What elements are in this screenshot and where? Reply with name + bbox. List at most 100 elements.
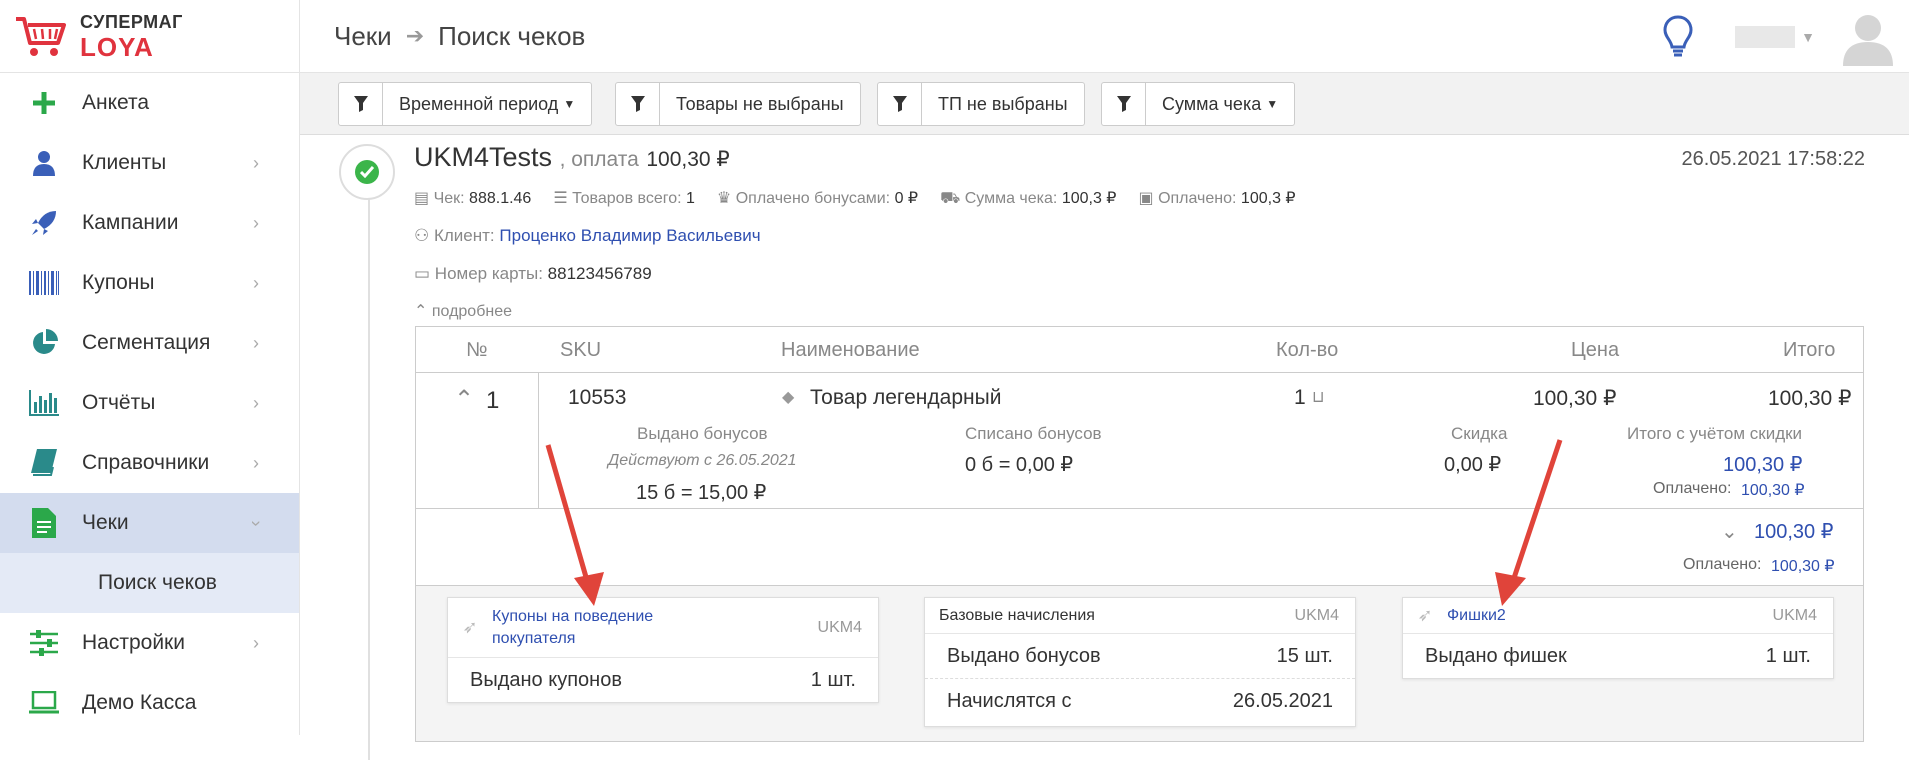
card-value: 88123456789 bbox=[547, 264, 652, 283]
bonus-value: 0 ₽ bbox=[894, 190, 919, 207]
credit-card-icon: ▭ bbox=[414, 264, 431, 283]
filter-goods-button[interactable]: Товары не выбраны bbox=[615, 82, 861, 126]
filter-icon bbox=[339, 83, 383, 125]
issued-value: 15 б = 15,00 ₽ bbox=[636, 482, 767, 504]
total-disc-label: Итого с учётом скидки bbox=[1627, 424, 1803, 443]
written-value: 0 б = 0,00 ₽ bbox=[965, 454, 1074, 476]
breadcrumb-receipts[interactable]: Чеки bbox=[334, 21, 392, 52]
filter-tp-button[interactable]: ТП не выбраны bbox=[877, 82, 1085, 126]
col-total: Итого bbox=[1783, 339, 1836, 361]
user-name[interactable] bbox=[1735, 25, 1796, 48]
trophy-icon: ♛ bbox=[716, 190, 732, 207]
brand-line2: LOYA bbox=[80, 31, 154, 62]
plus-icon bbox=[28, 87, 60, 119]
bonus-label: Оплачено бонусами: bbox=[735, 190, 891, 207]
filter-sum-label: Сумма чека bbox=[1162, 93, 1262, 114]
client-link[interactable]: Проценко Владимир Васильевич bbox=[499, 226, 760, 245]
footer-paid-value: 100,30 ₽ bbox=[1771, 558, 1835, 575]
chips-card-title[interactable]: Фишки2 bbox=[1447, 607, 1506, 625]
col-qty: Кол-во bbox=[1276, 339, 1339, 361]
issued-since: Действуют с 26.05.2021 bbox=[608, 452, 797, 469]
card-row: ▭ Номер карты: 88123456789 bbox=[414, 264, 652, 284]
coupon-card-tag: UKM4 bbox=[817, 618, 862, 636]
filter-goods-label: Товары не выбраны bbox=[676, 93, 844, 114]
chips-card: ➶ Фишки2 UKM4 Выдано фишек 1 шт. bbox=[1402, 597, 1834, 679]
check-label: Чек: bbox=[433, 190, 465, 207]
filter-icon bbox=[1102, 83, 1146, 125]
receipt-date: 26.05.2021 17:58:22 bbox=[1681, 148, 1865, 170]
sidebar-item-label: Демо Касса bbox=[82, 691, 197, 714]
coupon-row-value: 1 шт. bbox=[810, 669, 856, 691]
col-sku: SKU bbox=[560, 339, 602, 361]
user-outline-icon: ⚇ bbox=[414, 226, 430, 245]
sidebar-item-profile[interactable]: Анкета bbox=[0, 73, 299, 133]
sidebar-item-clients[interactable]: Клиенты › bbox=[0, 133, 299, 193]
coupon-row-label: Выдано купонов bbox=[470, 669, 622, 691]
barcode-icon bbox=[28, 267, 60, 299]
user-icon bbox=[28, 147, 60, 179]
caret-down-icon[interactable]: ▼ bbox=[1801, 29, 1815, 45]
bar-chart-icon bbox=[28, 387, 60, 419]
row-paid-value: 100,30 ₽ bbox=[1741, 482, 1805, 499]
coupon-card-title[interactable]: Купоны на поведение покупателя bbox=[492, 606, 737, 649]
rocket-icon: ➶ bbox=[462, 617, 478, 637]
timeline-line bbox=[368, 195, 370, 760]
tag-icon: ◆ bbox=[782, 389, 795, 406]
footer-paid-label: Оплачено: bbox=[1683, 556, 1762, 573]
cart-logo-icon bbox=[16, 17, 66, 56]
chevron-right-icon: › bbox=[253, 632, 259, 653]
filter-icon bbox=[878, 83, 922, 125]
discount-value: 0,00 ₽ bbox=[1444, 454, 1502, 476]
check-icon bbox=[355, 160, 379, 184]
sidebar-subitem-search-receipts[interactable]: Поиск чеков bbox=[0, 553, 299, 613]
chevron-down-icon[interactable]: ⌄ bbox=[1721, 519, 1738, 544]
row-sku: 10553 bbox=[568, 386, 627, 409]
filter-sum-button[interactable]: Сумма чека ▼ bbox=[1101, 82, 1296, 126]
avatar[interactable] bbox=[1839, 8, 1897, 66]
more-label: подробнее bbox=[431, 303, 512, 320]
sidebar-item-settings[interactable]: Настройки › bbox=[0, 613, 299, 673]
table-header: № SKU Наименование Кол-во Цена Итого bbox=[416, 327, 1863, 373]
row-num-cell: ⌃ 1 bbox=[416, 373, 539, 509]
discount-label: Скидка bbox=[1451, 424, 1508, 443]
brand-logo[interactable]: СУПЕРМАГ LOYA bbox=[0, 0, 299, 73]
sidebar-item-label: Справочники bbox=[82, 451, 210, 474]
sidebar-item-demo-pos[interactable]: Демо Касса bbox=[0, 673, 299, 733]
col-num: № bbox=[466, 339, 488, 361]
sidebar-item-label: Сегментация bbox=[82, 331, 211, 354]
base-card-tag: UKM4 bbox=[1294, 606, 1339, 624]
check-value: 888.1.46 bbox=[469, 190, 532, 207]
receipt-pay-label: , оплата bbox=[559, 148, 639, 171]
chevron-right-icon: › bbox=[253, 392, 259, 413]
more-toggle[interactable]: ⌃ подробнее bbox=[414, 301, 512, 321]
sidebar-item-campaigns[interactable]: Кампании › bbox=[0, 193, 299, 253]
chevron-right-icon: › bbox=[253, 272, 259, 293]
laptop-icon bbox=[28, 687, 60, 719]
sidebar-item-label: Чеки bbox=[82, 511, 129, 534]
receipt-pay-amount: 100,30 ₽ bbox=[646, 148, 730, 171]
goods-label: Товаров всего: bbox=[572, 190, 682, 207]
chevron-right-icon: › bbox=[253, 152, 259, 173]
base-card-title: Базовые начисления bbox=[939, 606, 1095, 624]
sidebar-item-receipts[interactable]: Чеки › bbox=[0, 493, 299, 553]
col-price: Цена bbox=[1571, 339, 1620, 361]
sidebar-item-label: Купоны bbox=[82, 271, 155, 294]
rocket-icon: ➶ bbox=[1417, 605, 1433, 625]
sidebar-item-coupons[interactable]: Купоны › bbox=[0, 253, 299, 313]
sidebar-item-label: Клиенты bbox=[82, 151, 167, 174]
lightbulb-icon[interactable] bbox=[1661, 14, 1695, 60]
row-total: 100,30 ₽ bbox=[1768, 387, 1852, 410]
receipt-status-circle bbox=[339, 144, 395, 200]
top-header: Чеки ➔ Поиск чеков ▼ bbox=[300, 0, 1909, 73]
sidebar-item-directories[interactable]: Справочники › bbox=[0, 433, 299, 493]
document-icon bbox=[28, 507, 60, 539]
chevron-up-icon[interactable]: ⌃ bbox=[454, 385, 474, 414]
sidebar-item-segmentation[interactable]: Сегментация › bbox=[0, 313, 299, 373]
filter-period-button[interactable]: Временной период ▼ bbox=[338, 82, 593, 126]
col-name: Наименование bbox=[781, 339, 920, 361]
sidebar-item-reports[interactable]: Отчёты › bbox=[0, 373, 299, 433]
sum-label: Сумма чека: bbox=[964, 190, 1058, 207]
filter-tp-label: ТП не выбраны bbox=[938, 93, 1068, 114]
list-icon: ☰ bbox=[553, 190, 568, 207]
row-price: 100,30 ₽ bbox=[1533, 387, 1617, 410]
